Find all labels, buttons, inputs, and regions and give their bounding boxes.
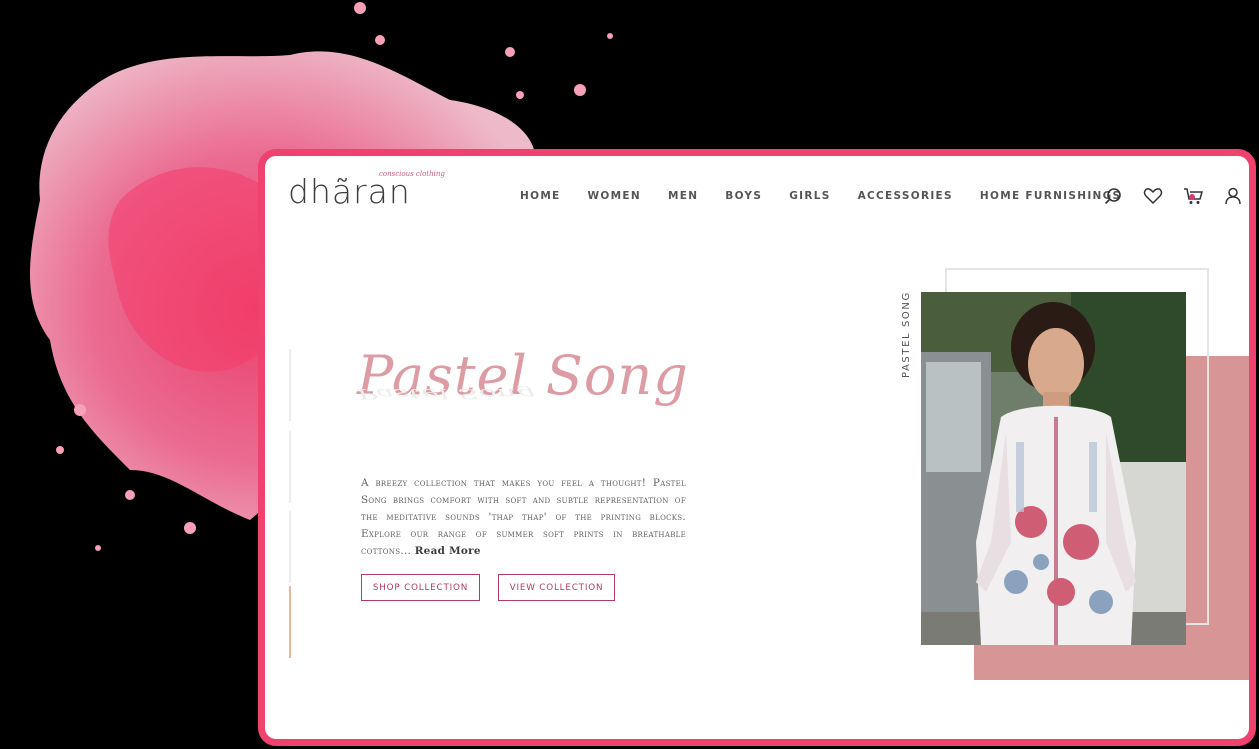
heart-icon[interactable] xyxy=(1143,186,1163,206)
nav-item-boys[interactable]: BOYS xyxy=(725,190,762,202)
user-icon[interactable] xyxy=(1223,186,1243,206)
hero-title-reflection: Pastel Song xyxy=(357,385,536,401)
nav-item-accessories[interactable]: ACCESSORIES xyxy=(858,190,953,202)
divider-line xyxy=(289,349,291,421)
brand-tagline: conscious clothing xyxy=(379,170,445,178)
read-more-link[interactable]: Read More xyxy=(415,545,481,557)
divider-line xyxy=(289,511,291,583)
main-nav: HOME WOMEN MEN BOYS GIRLS ACCESSORIES HO… xyxy=(520,190,1148,202)
nav-item-home-furnishings[interactable]: HOME FURNISHINGS xyxy=(980,190,1122,202)
divider-line xyxy=(289,431,291,503)
vertical-label: PASTEL SONG xyxy=(901,291,912,378)
cart-icon[interactable] xyxy=(1183,186,1203,206)
nav-item-women[interactable]: WOMEN xyxy=(588,190,641,202)
header-icons xyxy=(1103,186,1243,206)
nav-item-girls[interactable]: GIRLS xyxy=(789,190,830,202)
site-header: dhãran conscious clothing HOME WOMEN MEN… xyxy=(265,156,1249,236)
hero-photo xyxy=(921,292,1186,645)
view-collection-button[interactable]: VIEW COLLECTION xyxy=(498,574,615,601)
hero-description: A breezy collection that makes you feel … xyxy=(361,475,686,560)
divider-line-accent xyxy=(289,586,291,658)
nav-item-home[interactable]: HOME xyxy=(520,190,561,202)
shop-collection-button[interactable]: SHOP COLLECTION xyxy=(361,574,480,601)
hero-description-text: A breezy collection that makes you feel … xyxy=(361,477,686,558)
browser-frame: dhãran conscious clothing HOME WOMEN MEN… xyxy=(258,149,1256,746)
brand-logo[interactable]: dhãran conscious clothing xyxy=(288,170,445,211)
search-icon[interactable] xyxy=(1103,186,1123,206)
nav-item-men[interactable]: MEN xyxy=(668,190,698,202)
